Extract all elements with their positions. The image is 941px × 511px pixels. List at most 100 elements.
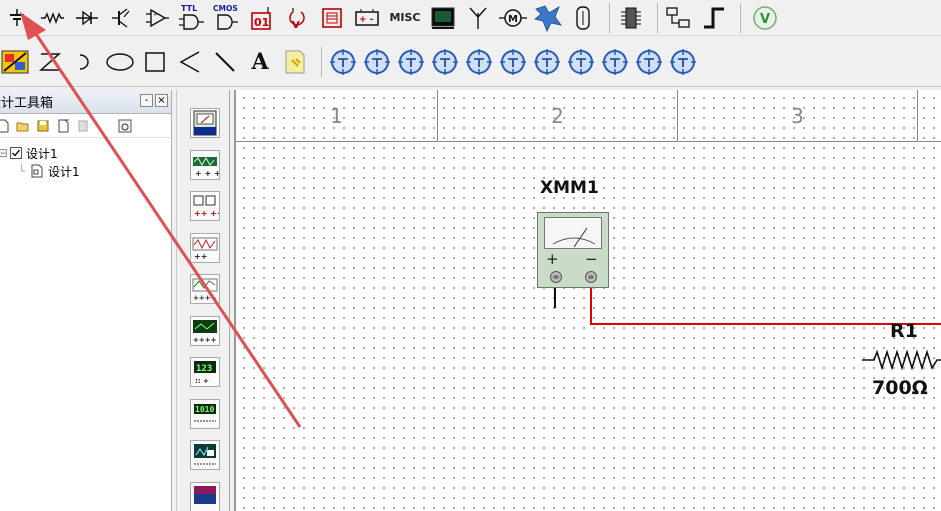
- toolbox-toolbar: [0, 114, 171, 138]
- diode-button[interactable]: [72, 3, 102, 33]
- advanced-peripheral-icon: [431, 7, 455, 29]
- polyline-tool-button[interactable]: [175, 47, 205, 77]
- new-file-icon[interactable]: [0, 119, 10, 133]
- logic-analyzer-button[interactable]: [190, 440, 220, 470]
- rf-button[interactable]: [463, 3, 493, 33]
- rectangle-tool-button[interactable]: [140, 47, 170, 77]
- svg-text:++++: ++++: [193, 294, 217, 302]
- logic-converter-button[interactable]: [190, 482, 220, 511]
- instrument-bin-button[interactable]: [566, 47, 596, 77]
- transistor-button[interactable]: [107, 3, 137, 33]
- bode-plotter-button[interactable]: ++++: [190, 316, 220, 346]
- hierarchy-block-button[interactable]: [664, 3, 694, 33]
- ttl-gate-icon: TTL: [179, 4, 204, 30]
- instrument-bin-button[interactable]: [600, 47, 630, 77]
- save-icon[interactable]: [36, 119, 50, 133]
- arc-tool-button[interactable]: [70, 47, 100, 77]
- dc-power-source-button[interactable]: [2, 3, 32, 33]
- word-generator-button[interactable]: 1010: [190, 399, 220, 429]
- minimize-button[interactable]: -: [140, 94, 153, 107]
- svg-text:+ -: + -: [359, 15, 374, 25]
- misc-button[interactable]: MISC: [387, 3, 423, 33]
- svg-text:M: M: [508, 14, 518, 25]
- hierarchy-icon: [666, 6, 690, 28]
- instrument-bin-button[interactable]: [668, 47, 698, 77]
- comment-tool-button[interactable]: [280, 47, 310, 77]
- text-icon: A: [251, 48, 269, 75]
- mcu-icon: [621, 7, 641, 28]
- oscilloscope-icon: ++: [192, 237, 218, 261]
- polyline-icon: [179, 50, 200, 73]
- connector-button[interactable]: [568, 3, 598, 33]
- instrument-bin-icon: [432, 48, 458, 75]
- ttl-button[interactable]: TTL: [177, 3, 207, 33]
- bus-button[interactable]: [699, 3, 729, 33]
- svg-text:V: V: [760, 12, 770, 27]
- toolbar-separator: [609, 2, 610, 33]
- mixed-digital-button[interactable]: 01: [247, 3, 277, 33]
- place-component-button[interactable]: [0, 47, 30, 77]
- instrument-bin-button[interactable]: [532, 47, 562, 77]
- function-generator-button[interactable]: + + +: [190, 150, 221, 180]
- word-generator-icon: 1010: [194, 404, 216, 422]
- battery-button[interactable]: + -: [352, 3, 382, 33]
- advanced-peripheral-button[interactable]: [428, 3, 458, 33]
- ni-component-button[interactable]: [533, 3, 563, 33]
- open-folder-icon[interactable]: [16, 119, 30, 133]
- instrument-bin-icon: [466, 48, 492, 75]
- instrument-bin-icon: [364, 48, 390, 75]
- delete-icon[interactable]: [76, 119, 90, 133]
- toolbar-separator: [657, 2, 658, 33]
- ellipse-tool-button[interactable]: [105, 47, 135, 77]
- design-toolbox-panel: 设计工具箱 - × ⊟ 设计1 └ 设计1: [0, 90, 172, 511]
- components-toolbar: + TTL CMOS 01 V + - MISC M V: [0, 0, 941, 36]
- frequency-counter-button[interactable]: 123:: +: [190, 357, 220, 387]
- toolbox-title: 设计工具箱: [0, 96, 54, 111]
- instrument-bin-button[interactable]: [430, 47, 460, 77]
- svg-text:TTL: TTL: [181, 4, 197, 13]
- tree-item-root[interactable]: ⊟ 设计1: [0, 144, 171, 162]
- svg-text:+: +: [153, 12, 157, 18]
- misc-label: MISC: [389, 11, 421, 24]
- red-wire[interactable]: [590, 288, 941, 325]
- toolbox-title-bar: 设计工具箱 - ×: [0, 90, 171, 114]
- tree-root-label: 设计1: [26, 146, 58, 161]
- wattmeter-icon: ++ ++: [193, 195, 224, 218]
- mcu-button[interactable]: [616, 3, 646, 33]
- cmos-button[interactable]: CMOS: [212, 3, 242, 33]
- text-tool-button[interactable]: A: [245, 47, 275, 77]
- instrument-bin-button[interactable]: [396, 47, 426, 77]
- tree-expand-icon[interactable]: ⊟: [0, 146, 10, 160]
- analog-opamp-button[interactable]: +: [142, 3, 172, 33]
- electromechanical-button[interactable]: M: [498, 3, 528, 33]
- indicator-button[interactable]: V: [282, 3, 312, 33]
- resistor-basic-button[interactable]: [37, 3, 67, 33]
- four-channel-oscilloscope-button[interactable]: ++++: [190, 274, 220, 304]
- multimeter-button[interactable]: [190, 108, 220, 138]
- graph-button[interactable]: [35, 47, 65, 77]
- svg-text:123: 123: [196, 364, 212, 374]
- analog-opamp-icon: +: [146, 8, 169, 27]
- toolbar-separator: [321, 46, 322, 77]
- wattmeter-button[interactable]: ++ ++: [190, 191, 224, 221]
- instrument-bin-button[interactable]: [328, 47, 358, 77]
- verify-button[interactable]: V: [747, 3, 777, 33]
- checkbox-icon[interactable]: [10, 147, 22, 159]
- close-button[interactable]: ×: [155, 94, 168, 107]
- instrument-bin-button[interactable]: [498, 47, 528, 77]
- oscilloscope-button[interactable]: ++: [190, 233, 220, 263]
- power-component-button[interactable]: [317, 3, 347, 33]
- multimeter-icon: [193, 110, 217, 136]
- properties-icon[interactable]: [118, 119, 132, 133]
- instrument-bin-button[interactable]: [362, 47, 392, 77]
- resistor-r1[interactable]: [862, 349, 941, 371]
- line-tool-button[interactable]: [210, 47, 240, 77]
- logic-converter-icon: [194, 486, 216, 504]
- instrument-bin-button[interactable]: [464, 47, 494, 77]
- drawing-toolbar: A: [0, 37, 941, 87]
- instrument-bin-button[interactable]: [634, 47, 664, 77]
- schematic-canvas[interactable]: 1 2 3 XMM1 + − R1 700Ω: [234, 90, 941, 511]
- close-file-icon[interactable]: [56, 119, 70, 133]
- dc-power-source-icon: [10, 8, 24, 26]
- tree-item-child[interactable]: └ 设计1: [0, 162, 171, 180]
